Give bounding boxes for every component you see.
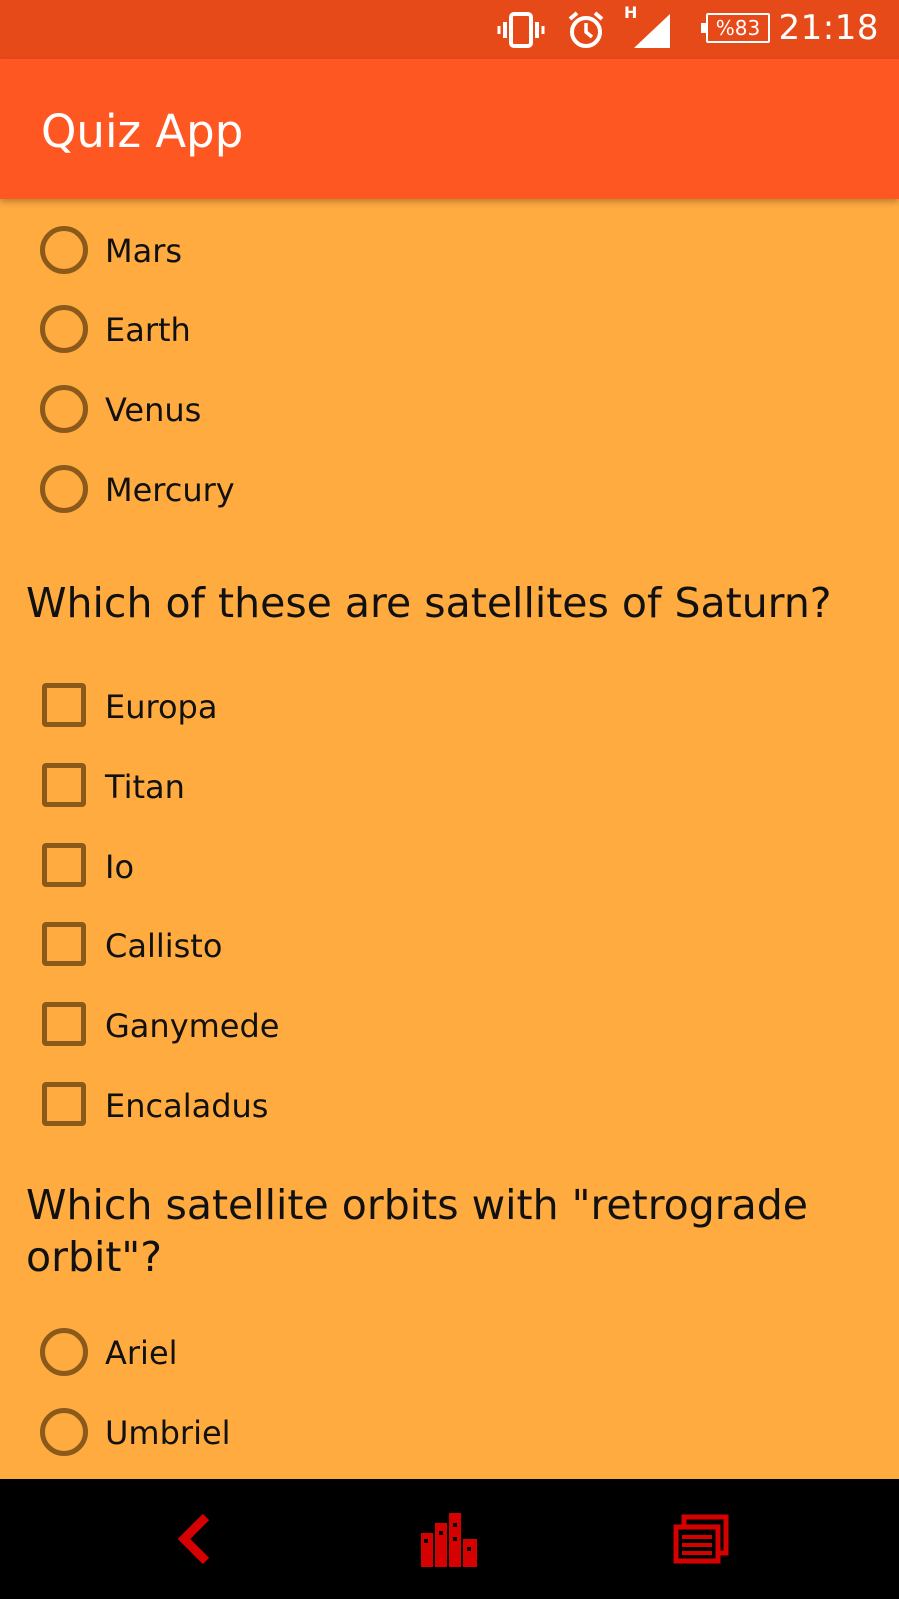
- radio-option-mars[interactable]: Mars: [40, 225, 840, 275]
- app-title: Quiz App: [41, 105, 244, 158]
- checkbox-option-callisto[interactable]: Callisto: [40, 920, 840, 970]
- checkbox[interactable]: [42, 843, 86, 887]
- battery-percent: %83: [715, 16, 761, 40]
- radio-button[interactable]: [40, 226, 88, 274]
- radio-button[interactable]: [40, 385, 88, 433]
- radio-option-umbriel[interactable]: Umbriel: [40, 1407, 840, 1457]
- battery-icon: %83: [701, 13, 770, 43]
- recents-icon[interactable]: [666, 1503, 738, 1575]
- checkbox-option-titan[interactable]: Titan: [40, 761, 840, 811]
- alarm-icon: [568, 11, 604, 48]
- checkbox[interactable]: [42, 922, 86, 966]
- checkbox[interactable]: [42, 1082, 86, 1126]
- status-time: 21:18: [778, 8, 879, 48]
- signal-icon: [634, 14, 670, 48]
- option-label: Io: [105, 848, 135, 886]
- question-retrograde-text: Which satellite orbits with "retrograde …: [26, 1181, 809, 1281]
- checkbox[interactable]: [42, 763, 86, 807]
- radio-option-ariel[interactable]: Ariel: [40, 1327, 840, 1377]
- vibrate-icon: [497, 12, 545, 48]
- option-label: Venus: [105, 391, 202, 429]
- option-label: Ganymede: [105, 1007, 280, 1045]
- option-label: Mars: [105, 232, 183, 270]
- radio-button[interactable]: [40, 465, 88, 513]
- option-label: Encaladus: [105, 1087, 269, 1125]
- option-label: Mercury: [105, 471, 235, 509]
- checkbox[interactable]: [42, 1002, 86, 1046]
- radio-button[interactable]: [40, 305, 88, 353]
- radio-button[interactable]: [40, 1328, 88, 1376]
- option-label: Ariel: [105, 1334, 178, 1372]
- question-saturn-text: Which of these are satellites of Saturn?: [26, 579, 832, 627]
- checkbox-option-ganymede[interactable]: Ganymede: [40, 1000, 840, 1050]
- checkbox-option-io[interactable]: Io: [40, 841, 840, 891]
- option-label: Callisto: [105, 927, 223, 965]
- status-bar: H %83 21:18: [0, 0, 899, 59]
- option-label: Titan: [105, 768, 185, 806]
- quiz-content[interactable]: Mars Earth Venus Mercury Which of these …: [0, 199, 899, 1479]
- navigation-bar: [0, 1479, 899, 1599]
- radio-option-mercury[interactable]: Mercury: [40, 464, 840, 514]
- back-icon[interactable]: [160, 1503, 232, 1575]
- checkbox[interactable]: [42, 683, 86, 727]
- radio-option-earth[interactable]: Earth: [40, 304, 840, 354]
- option-label: Earth: [105, 311, 191, 349]
- home-icon[interactable]: [413, 1503, 485, 1575]
- radio-button[interactable]: [40, 1408, 88, 1456]
- option-label: Europa: [105, 688, 218, 726]
- checkbox-option-europa[interactable]: Europa: [40, 681, 840, 731]
- option-label: Umbriel: [105, 1414, 231, 1452]
- checkbox-option-encaladus[interactable]: Encaladus: [40, 1080, 840, 1130]
- radio-option-venus[interactable]: Venus: [40, 384, 840, 434]
